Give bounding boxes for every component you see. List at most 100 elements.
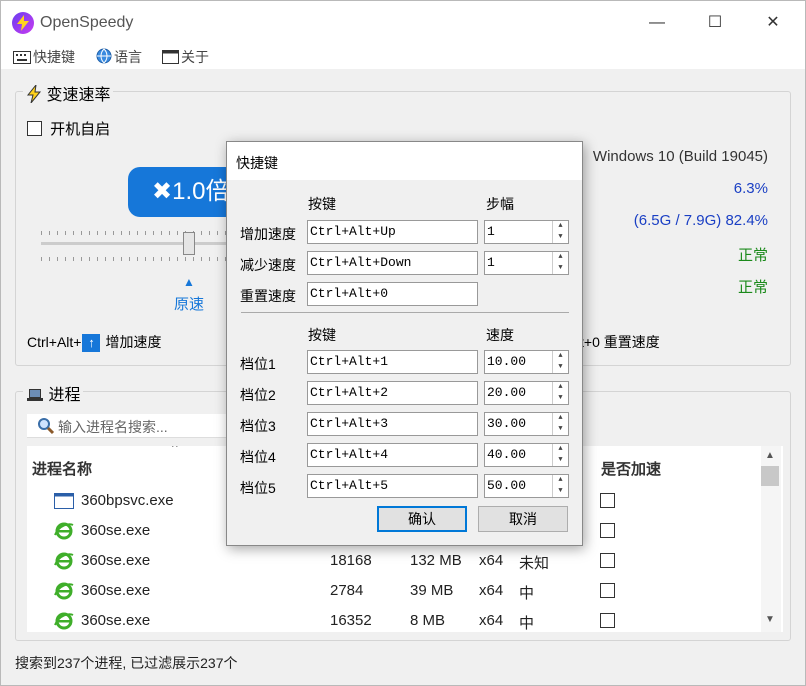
level-label: 档位4 — [240, 449, 276, 465]
spin-buttons[interactable]: ▲ ▼ — [552, 351, 568, 373]
accel-checkbox[interactable] — [600, 523, 615, 538]
spin-buttons[interactable]: ▲ ▼ — [552, 221, 568, 243]
process-level: 未知 — [519, 555, 550, 572]
menu-hotkeys-label: 快捷键 — [33, 49, 75, 65]
scroll-thumb[interactable] — [761, 466, 779, 486]
speed-slider-thumb[interactable] — [183, 232, 195, 255]
speed-slider-track[interactable] — [41, 242, 231, 245]
level-speed-spinbox[interactable]: 20.00 ▲ ▼ — [484, 381, 569, 405]
spin-buttons[interactable]: ▲ ▼ — [552, 475, 568, 497]
level-speed-value: 10.00 — [487, 354, 527, 369]
close-button[interactable]: ✕ — [753, 9, 793, 37]
decrease-step-spinbox[interactable]: 1 ▲ ▼ — [484, 251, 569, 275]
autostart-option[interactable]: 开机自启 — [27, 118, 110, 139]
menu-about[interactable]: 关于 — [162, 47, 209, 67]
level-speed-spinbox[interactable]: 50.00 ▲ ▼ — [484, 474, 569, 498]
lightning-icon — [26, 83, 46, 104]
scroll-down-icon[interactable]: ▼ — [765, 614, 775, 625]
level-speed-spinbox[interactable]: 30.00 ▲ ▼ — [484, 412, 569, 436]
process-pid: 18168 — [330, 552, 372, 569]
level-speed-spinbox[interactable]: 40.00 ▲ ▼ — [484, 443, 569, 467]
speed-display: ✖1.0倍 — [128, 167, 238, 217]
level-key-input[interactable]: Ctrl+Alt+4 — [307, 443, 478, 467]
column-header-accel[interactable]: 是否加速 — [601, 458, 661, 479]
table-row[interactable]: 360se.exe 18168 132 MB x64 未知 — [27, 546, 761, 576]
process-name: 360se.exe — [81, 522, 151, 539]
table-row[interactable]: 360se.exe 16352 8 MB x64 中 — [27, 606, 761, 632]
ie-icon — [54, 551, 74, 575]
minimize-button[interactable]: — — [637, 9, 677, 37]
menu-hotkeys[interactable]: 快捷键 — [13, 47, 75, 67]
window-icon — [54, 492, 74, 514]
process-arch: x64 — [479, 582, 504, 599]
info-window-icon — [162, 50, 179, 67]
decrease-speed-label: 减少速度 — [240, 257, 296, 273]
reset-key-input[interactable]: Ctrl+Alt+0 — [307, 282, 478, 306]
process-arch: x64 — [479, 612, 504, 629]
accel-checkbox[interactable] — [600, 583, 615, 598]
autostart-label: 开机自启 — [50, 121, 111, 138]
search-placeholder: 输入进程名搜索... — [58, 419, 168, 435]
process-memory: 8 MB — [410, 612, 446, 629]
table-row[interactable]: 360se.exe 2784 39 MB x64 中 — [27, 576, 761, 606]
arrow-up-icon: ↑ — [82, 334, 101, 352]
reset-arrow-icon: ▲ — [183, 275, 195, 289]
process-name: 360bpsvc.exe — [81, 492, 174, 509]
increase-speed-label: 增加速度 — [240, 226, 296, 242]
scroll-up-icon[interactable]: ▲ — [765, 450, 775, 461]
process-pid: 2784 — [330, 582, 364, 599]
menu-about-label: 关于 — [181, 49, 209, 65]
decrease-step-value: 1 — [487, 255, 495, 270]
maximize-button[interactable]: ☐ — [695, 9, 735, 37]
level-key-input[interactable]: Ctrl+Alt+1 — [307, 350, 478, 374]
spin-buttons[interactable]: ▲ ▼ — [552, 444, 568, 466]
spin-buttons[interactable]: ▲ ▼ — [552, 252, 568, 274]
level-key-input[interactable]: Ctrl+Alt+3 — [307, 412, 478, 436]
column-header-name[interactable]: 进程名称 — [32, 458, 92, 479]
slider-ticks-top — [41, 231, 231, 235]
process-memory: 39 MB — [410, 582, 454, 599]
confirm-button[interactable]: 确认 — [377, 506, 467, 532]
spin-buttons[interactable]: ▲ ▼ — [552, 382, 568, 404]
process-name: 360se.exe — [81, 582, 151, 599]
process-group-title: 进程 — [23, 381, 84, 405]
accel-checkbox[interactable] — [600, 613, 615, 628]
speed-group-title: 变速速率 — [23, 81, 114, 105]
table-scrollbar[interactable]: ▲ ▼ — [761, 446, 781, 632]
process-memory: 132 MB — [410, 552, 462, 569]
level-speed-spinbox[interactable]: 10.00 ▲ ▼ — [484, 350, 569, 374]
decrease-key-input[interactable]: Ctrl+Alt+Down — [307, 251, 478, 275]
level-label: 档位3 — [240, 418, 276, 434]
window-title: OpenSpeedy — [40, 14, 134, 31]
ie-icon — [54, 611, 74, 632]
accel-checkbox[interactable] — [600, 553, 615, 568]
reset-speed-link[interactable]: 原速 — [174, 293, 204, 314]
process-search-box[interactable]: 输入进程名搜索... — [27, 414, 227, 438]
level-key-input[interactable]: Ctrl+Alt+2 — [307, 381, 478, 405]
level-label: 档位5 — [240, 480, 276, 496]
autostart-checkbox[interactable] — [27, 121, 42, 136]
ie-icon — [54, 581, 74, 605]
menu-language[interactable]: 语言 — [96, 47, 142, 67]
process-pid: 16352 — [330, 612, 372, 629]
process-group-title-text: 进程 — [48, 387, 81, 404]
process-name: 360se.exe — [81, 612, 151, 629]
globe-icon — [96, 48, 112, 67]
spin-buttons[interactable]: ▲ ▼ — [552, 413, 568, 435]
slider-ticks-bottom — [41, 257, 231, 261]
hotkey-hint: Ctrl+Alt+ ↑ 增加速度 — [27, 332, 161, 352]
increase-step-spinbox[interactable]: 1 ▲ ▼ — [484, 220, 569, 244]
level-key-input[interactable]: Ctrl+Alt+5 — [307, 474, 478, 498]
process-arch: x64 — [479, 552, 504, 569]
speed-group-title-text: 变速速率 — [46, 87, 111, 104]
status-1: 正常 — [737, 247, 768, 264]
hint-prefix: Ctrl+Alt+ — [27, 334, 82, 350]
dialog-title: 快捷键 — [227, 142, 582, 180]
header-key: 按键 — [308, 196, 336, 212]
status-2: 正常 — [737, 279, 768, 296]
title-bar: OpenSpeedy — ☐ ✕ — [1, 1, 805, 45]
cancel-button[interactable]: 取消 — [478, 506, 568, 532]
process-level: 中 — [519, 585, 535, 602]
accel-checkbox[interactable] — [600, 493, 615, 508]
increase-key-input[interactable]: Ctrl+Alt+Up — [307, 220, 478, 244]
